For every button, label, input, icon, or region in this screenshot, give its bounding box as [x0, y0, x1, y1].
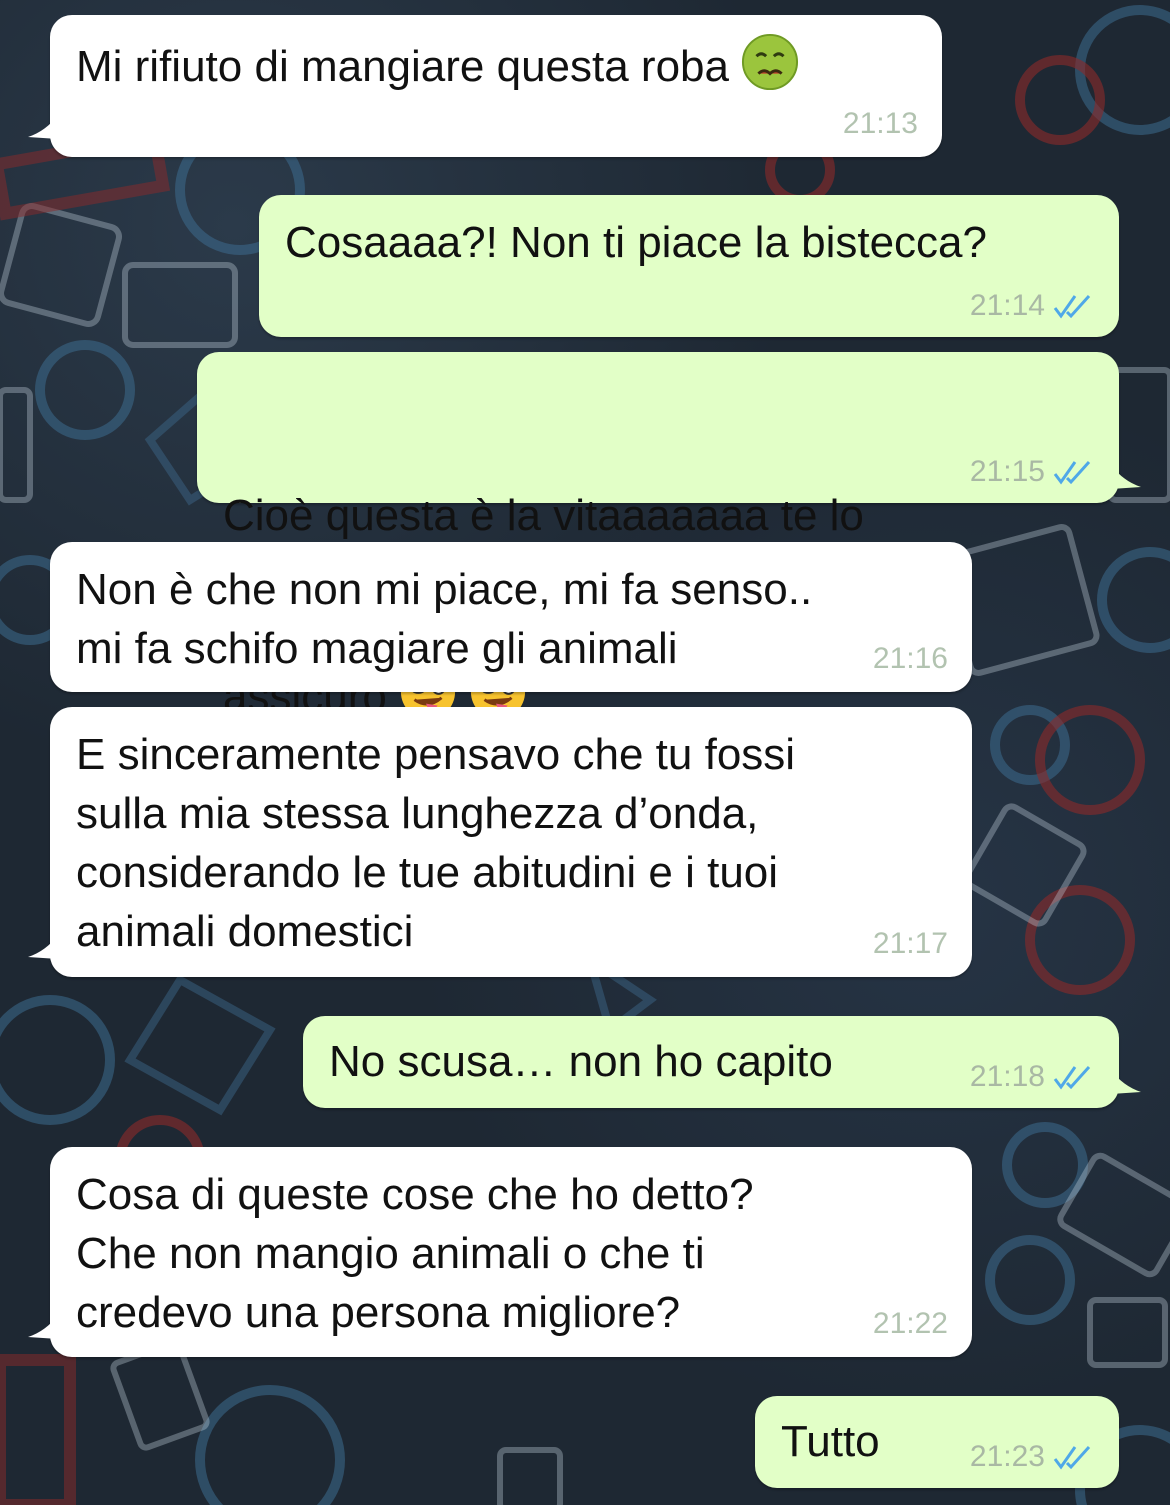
message-time: 21:13	[842, 107, 918, 140]
message-time: 21:16	[872, 642, 948, 675]
message-line: Cioè questa è la vitaaaaaaa te lo	[223, 491, 864, 540]
message-outgoing[interactable]: Tutto 21:23	[755, 1396, 1119, 1488]
read-receipt-icon	[1053, 1065, 1091, 1090]
message-outgoing[interactable]: No scusa… non ho capito 21:18	[303, 1016, 1141, 1108]
message-meta: 21:17	[873, 927, 948, 961]
message-incoming[interactable]: Mi rifiuto di mangiare questa roba 21:13	[28, 15, 942, 157]
message-outgoing[interactable]: Cioè questa è la vitaaaaaaa te lo assicu…	[197, 352, 1141, 721]
message-text: Non è che non mi piace, mi fa senso.. mi…	[76, 565, 813, 673]
message-meta: 21:23	[970, 1440, 1095, 1474]
message-outgoing[interactable]: Cosaaaa?! Non ti piace la bistecca? 21:1…	[259, 195, 1119, 337]
nauseated-face-icon	[742, 33, 799, 91]
message-meta: 21:18	[970, 1060, 1095, 1094]
message-text: Cosaaaa?! Non ti piace la bistecca?	[285, 218, 987, 267]
read-receipt-icon	[1053, 294, 1091, 319]
message-text: Tutto	[781, 1417, 880, 1466]
read-receipt-icon	[1053, 460, 1091, 485]
message-time: 21:15	[969, 455, 1045, 488]
message-time: 21:23	[969, 1440, 1045, 1473]
message-incoming[interactable]: Non è che non mi piace, mi fa senso.. mi…	[50, 542, 972, 692]
bubble-tail-icon	[28, 1315, 58, 1339]
message-meta: 21:13	[843, 107, 918, 141]
message-meta: 21:14	[970, 289, 1095, 323]
message-meta: 21:15	[970, 455, 1095, 489]
message-time: 21:17	[872, 927, 948, 960]
message-incoming[interactable]: Cosa di queste cose che ho detto? Che no…	[28, 1147, 972, 1357]
message-meta: 21:16	[873, 642, 948, 676]
message-time: 21:18	[969, 1060, 1045, 1093]
message-text: Cosa di queste cose che ho detto? Che no…	[76, 1170, 754, 1337]
message-time: 21:14	[969, 289, 1045, 322]
bubble-tail-icon	[28, 115, 58, 139]
message-meta: 21:22	[873, 1307, 948, 1341]
message-time: 21:22	[872, 1307, 948, 1340]
read-receipt-icon	[1053, 1445, 1091, 1470]
message-text: No scusa… non ho capito	[329, 1037, 833, 1086]
bubble-tail-icon	[1111, 465, 1141, 489]
message-text: Mi rifiuto di mangiare questa roba	[76, 33, 799, 96]
bubble-tail-icon	[28, 935, 58, 959]
message-incoming[interactable]: E sinceramente pensavo che tu fossi sull…	[28, 707, 972, 977]
message-text: E sinceramente pensavo che tu fossi sull…	[76, 730, 796, 956]
bubble-tail-icon	[1111, 1070, 1141, 1094]
